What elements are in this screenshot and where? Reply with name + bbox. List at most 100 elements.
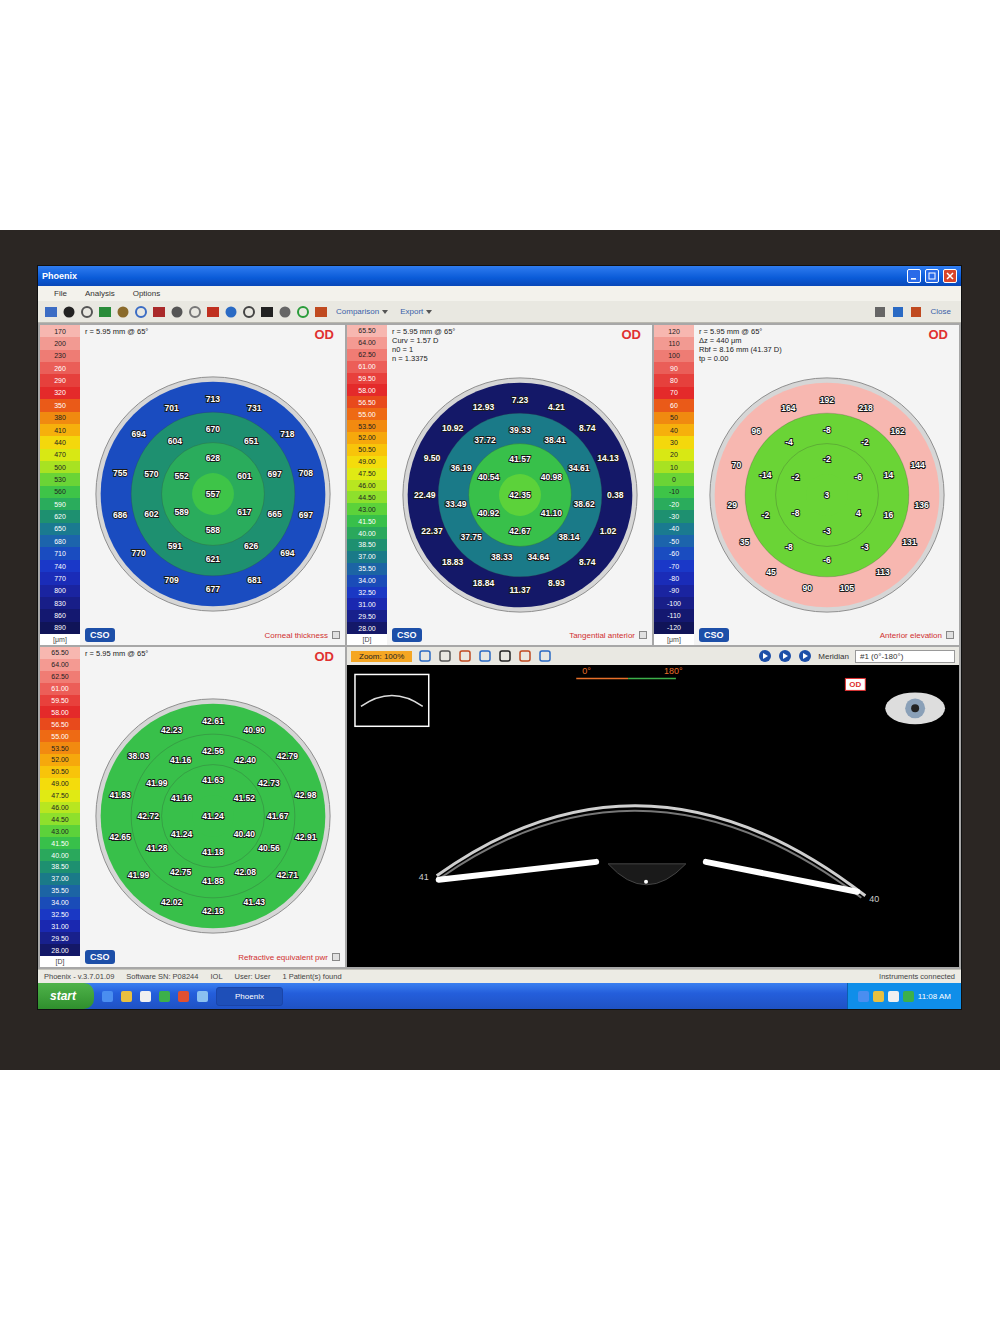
scale-cell: -20 (654, 498, 694, 510)
map-value: 591 (167, 541, 182, 551)
toolbar-dropdown[interactable]: Export (396, 306, 436, 317)
menu-item[interactable]: File (52, 288, 69, 299)
play-icon[interactable] (778, 649, 792, 663)
close-button[interactable] (943, 269, 957, 283)
zoom-field[interactable]: Zoom: 100% (351, 651, 412, 662)
scale-cell: 470 (40, 449, 80, 461)
tray-icon[interactable] (858, 991, 869, 1002)
close-tool[interactable]: Close (927, 306, 955, 317)
scale-cell: 90 (654, 362, 694, 374)
tray-icon[interactable] (888, 991, 899, 1002)
scale-cell: 40.00 (347, 527, 387, 539)
map-menu-icon[interactable] (946, 631, 954, 639)
map-wrap[interactable]: 5576286016175885895526706516976656266215… (80, 363, 345, 625)
map-wrap[interactable]: 3-2-64-3-8-2-8-21416-3-6-8-2-14-41922181… (694, 365, 959, 625)
map-menu-icon[interactable] (639, 631, 647, 639)
map-type-label[interactable]: Tangential anterior (569, 631, 647, 640)
tool-icon[interactable] (80, 305, 94, 319)
map-value: 90 (802, 583, 812, 593)
map-value: 617 (237, 507, 252, 517)
topography-map[interactable]: 41.2441.6341.5240.4041.1841.2441.1642.56… (94, 697, 332, 935)
tool-icon[interactable] (278, 305, 292, 319)
scale-cell: 55.00 (347, 408, 387, 420)
tool-icon[interactable] (458, 649, 472, 663)
menu-item[interactable]: Analysis (83, 288, 117, 299)
map-value: 105 (839, 583, 854, 593)
map-value: 42.56 (202, 746, 224, 756)
map-wrap[interactable]: 42.3541.5740.9841.1042.6740.9240.5439.33… (387, 365, 652, 625)
toolbar: Comparison Export Close (38, 301, 961, 323)
tool-icon[interactable] (242, 305, 256, 319)
tool-icon[interactable] (296, 305, 310, 319)
tool-icon[interactable] (538, 649, 552, 663)
tool-icon[interactable] (44, 305, 58, 319)
tool-icon[interactable] (170, 305, 184, 319)
tool-icon[interactable] (891, 305, 905, 319)
map-border (95, 699, 329, 933)
topography-map[interactable]: 42.3541.5740.9841.1042.6740.9240.5439.33… (401, 376, 639, 614)
quick-launch-icon[interactable] (197, 991, 208, 1002)
quick-launch-icon[interactable] (159, 991, 170, 1002)
scale-cell: 500 (40, 461, 80, 473)
map-menu-icon[interactable] (332, 631, 340, 639)
map-value: 681 (247, 575, 262, 585)
play-icon[interactable] (798, 649, 812, 663)
scale-cell: 650 (40, 523, 80, 535)
map-type-label[interactable]: Refractive equivalent pwr (238, 953, 340, 962)
map-value: 164 (781, 403, 796, 413)
meridian-select[interactable]: #1 (0°-180°) (855, 650, 955, 663)
tool-icon[interactable] (518, 649, 532, 663)
start-button[interactable]: start (38, 983, 94, 1009)
map-wrap[interactable]: 41.2441.6341.5240.4041.1841.2441.1642.56… (80, 685, 345, 947)
tool-icon[interactable] (116, 305, 130, 319)
scale-cell: 800 (40, 585, 80, 597)
map-type-label[interactable]: Anterior elevation (880, 631, 954, 640)
tool-icon[interactable] (438, 649, 452, 663)
tool-icon[interactable] (152, 305, 166, 319)
scale-cell: 52.00 (347, 432, 387, 444)
maximize-button[interactable] (925, 269, 939, 283)
map-type-label[interactable]: Corneal thickness (264, 631, 340, 640)
quick-launch-icon[interactable] (121, 991, 132, 1002)
thumbnail[interactable] (355, 674, 429, 726)
topography-map[interactable]: 3-2-64-3-8-2-8-21416-3-6-8-2-14-41922181… (708, 376, 946, 614)
play-icon[interactable] (758, 649, 772, 663)
tool-icon[interactable] (478, 649, 492, 663)
tool-icon[interactable] (260, 305, 274, 319)
tool-icon[interactable] (62, 305, 76, 319)
screen: Phoenix File Analysis Options Comparison Expo… (37, 265, 962, 1010)
scale-cell: 58.00 (347, 384, 387, 396)
quick-launch-icon[interactable] (102, 991, 113, 1002)
toolbar-dropdown[interactable]: Comparison (332, 306, 392, 317)
map-value: 39.33 (509, 425, 531, 435)
tool-icon[interactable] (418, 649, 432, 663)
map-value: 162 (890, 426, 905, 436)
quick-launch-icon[interactable] (140, 991, 151, 1002)
map-border (709, 378, 943, 612)
info-line: r = 5.95 mm @ 65° (699, 327, 782, 336)
map-menu-icon[interactable] (332, 953, 340, 961)
tool-icon[interactable] (873, 305, 887, 319)
quick-launch-icon[interactable] (178, 991, 189, 1002)
tray-icon[interactable] (903, 991, 914, 1002)
tool-icon[interactable] (134, 305, 148, 319)
task-button[interactable]: Phoenix (216, 987, 283, 1006)
map-value: 557 (205, 489, 220, 499)
map-value: 626 (243, 541, 258, 551)
scale-cell: 55.00 (40, 730, 80, 742)
scale-cell: 710 (40, 547, 80, 559)
tool-icon[interactable] (498, 649, 512, 663)
scale-cell: 41.50 (40, 837, 80, 849)
scale-cell: 20 (654, 449, 694, 461)
tool-icon[interactable] (188, 305, 202, 319)
tool-icon[interactable] (909, 305, 923, 319)
map-info: r = 5.95 mm @ 65°Curv = 1.57 Dn0 = 1n = … (392, 327, 455, 363)
topography-map[interactable]: 5576286016175885895526706516976656266215… (94, 375, 332, 613)
tool-icon[interactable] (224, 305, 238, 319)
tray-icon[interactable] (873, 991, 884, 1002)
minimize-button[interactable] (907, 269, 921, 283)
tool-icon[interactable] (206, 305, 220, 319)
menu-item[interactable]: Options (131, 288, 163, 299)
tool-icon[interactable] (98, 305, 112, 319)
tool-icon[interactable] (314, 305, 328, 319)
